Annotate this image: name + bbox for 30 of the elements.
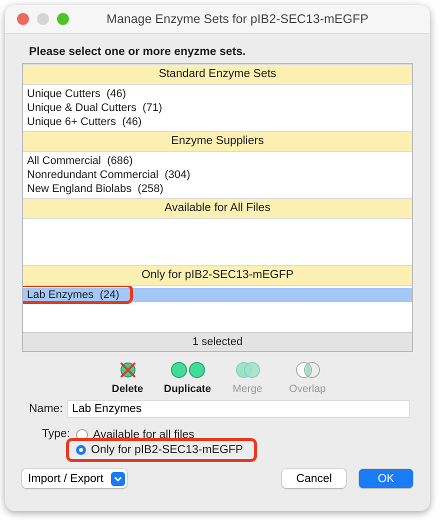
status-bar: 1 selected <box>23 332 412 351</box>
toolbar-button[interactable]: Delete <box>104 360 150 398</box>
cancel-button[interactable]: Cancel <box>282 469 346 488</box>
two-circles-icon <box>170 360 206 380</box>
radio-label[interactable]: Available for all files <box>93 429 194 441</box>
list-item[interactable]: Lab Enzymes (24) <box>23 288 412 302</box>
window-title: Manage Enzyme Sets for pIB2-SEC13-mEGFP <box>106 12 370 26</box>
section-header: Standard Enzyme Sets <box>23 64 412 85</box>
list-item[interactable]: All Commercial (686) <box>23 154 412 168</box>
list-item[interactable]: Unique Cutters (46) <box>23 87 412 101</box>
type-label: Type: <box>42 428 72 442</box>
chevron-down-icon <box>111 472 126 486</box>
list-item[interactable]: Nonredundant Commercial (304) <box>23 168 412 182</box>
name-label: Name: <box>29 403 64 415</box>
ok-button[interactable]: OK <box>359 469 413 488</box>
delete-icon <box>118 360 138 380</box>
radio-label[interactable]: Only for pIB2-SEC13-mEGFP <box>91 444 244 456</box>
close-icon[interactable] <box>17 13 29 25</box>
list-item[interactable]: Unique 6+ Cutters (46) <box>23 115 412 129</box>
import-export-dropdown[interactable]: Import / Export <box>22 469 128 488</box>
name-field[interactable]: Lab Enzymes <box>67 400 410 418</box>
section-header: Enzyme Suppliers <box>23 131 412 152</box>
zoom-icon[interactable] <box>57 13 69 25</box>
instruction-text: Please select one or more enyzme sets. <box>28 45 247 60</box>
section-header: Only for pIB2-SEC13-mEGFP <box>23 265 412 286</box>
list-item[interactable]: Unique & Dual Cutters (71) <box>23 101 412 115</box>
section-header: Available for All Files <box>23 198 412 219</box>
list-item[interactable]: New England Biolabs (258) <box>23 182 412 196</box>
toolbar-button[interactable]: Duplicate <box>164 360 210 398</box>
radio-button[interactable] <box>76 445 86 455</box>
